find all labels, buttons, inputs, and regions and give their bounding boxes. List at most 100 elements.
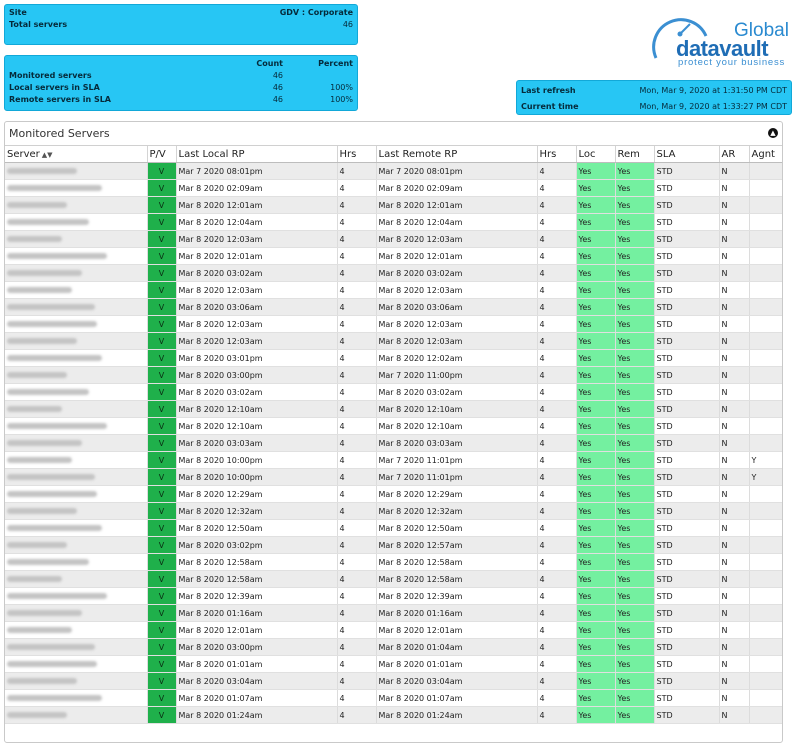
table-row[interactable]: V Mar 8 2020 12:01am 4 Mar 8 2020 12:01am 4 Y…	[5, 247, 782, 265]
remote-hrs-cell: 4	[537, 672, 577, 690]
table-row[interactable]: V Mar 8 2020 12:01am 4 Mar 8 2020 12:01am 4 Y…	[5, 196, 782, 214]
table-row[interactable]: V Mar 8 2020 12:50am 4 Mar 8 2020 12:50am 4 Y…	[5, 519, 782, 537]
server-name-cell	[5, 706, 148, 724]
last-local-rp-cell: Mar 8 2020 10:00pm	[176, 451, 338, 469]
sla-cell: STD	[654, 706, 720, 724]
redacted-server-name	[7, 644, 95, 650]
last-remote-rp-cell: Mar 8 2020 12:03am	[376, 281, 538, 299]
redacted-server-name	[7, 321, 97, 327]
remote-hrs-cell: 4	[537, 468, 577, 486]
table-row[interactable]: V Mar 8 2020 03:02am 4 Mar 8 2020 03:02am 4 Y…	[5, 383, 782, 401]
last-refresh-label: Last refresh	[521, 86, 576, 95]
loc-cell: Yes	[576, 366, 616, 384]
last-remote-rp-cell: Mar 8 2020 12:03am	[376, 315, 538, 333]
redacted-server-name	[7, 236, 62, 242]
col-local-hrs[interactable]: Hrs	[337, 146, 377, 163]
table-row[interactable]: V Mar 8 2020 12:03am 4 Mar 8 2020 12:03am 4 Y…	[5, 332, 782, 350]
rem-cell: Yes	[615, 553, 655, 571]
loc-cell: Yes	[576, 553, 616, 571]
server-name-cell	[5, 655, 148, 673]
col-rem[interactable]: Rem	[615, 146, 655, 163]
remote-hrs-cell: 4	[537, 400, 577, 418]
remote-hrs-cell: 4	[537, 485, 577, 503]
table-row[interactable]: V Mar 8 2020 01:16am 4 Mar 8 2020 01:16am 4 Y…	[5, 604, 782, 622]
table-row[interactable]: V Mar 8 2020 12:10am 4 Mar 8 2020 12:10am 4 Y…	[5, 417, 782, 435]
agnt-cell	[749, 162, 782, 180]
ar-cell: N	[719, 485, 750, 503]
col-ar[interactable]: AR	[719, 146, 750, 163]
col-pv[interactable]: P/V	[147, 146, 177, 163]
col-agnt[interactable]: Agnt	[749, 146, 782, 163]
sla-cell: STD	[654, 689, 720, 707]
col-remote-hrs[interactable]: Hrs	[537, 146, 577, 163]
table-row[interactable]: V Mar 8 2020 12:03am 4 Mar 8 2020 12:03am 4 Y…	[5, 281, 782, 299]
table-row[interactable]: V Mar 8 2020 12:29am 4 Mar 8 2020 12:29am 4 Y…	[5, 485, 782, 503]
table-row[interactable]: V Mar 8 2020 01:01am 4 Mar 8 2020 01:01am 4 Y…	[5, 655, 782, 673]
table-row[interactable]: V Mar 8 2020 01:24am 4 Mar 8 2020 01:24am 4 Y…	[5, 706, 782, 724]
table-row[interactable]: V Mar 8 2020 03:02am 4 Mar 8 2020 03:02am 4 Y…	[5, 264, 782, 282]
col-server[interactable]: Server ▲▼	[5, 146, 148, 163]
table-row[interactable]: V Mar 8 2020 03:04am 4 Mar 8 2020 03:04am 4 Y…	[5, 672, 782, 690]
table-row[interactable]: V Mar 8 2020 03:06am 4 Mar 8 2020 03:06am 4 Y…	[5, 298, 782, 316]
table-row[interactable]: V Mar 8 2020 12:01am 4 Mar 8 2020 12:01am 4 Y…	[5, 621, 782, 639]
rem-cell: Yes	[615, 162, 655, 180]
table-row[interactable]: V Mar 8 2020 03:01pm 4 Mar 8 2020 12:02am 4 Y…	[5, 349, 782, 367]
pv-cell: V	[147, 485, 177, 503]
table-row[interactable]: V Mar 8 2020 03:03am 4 Mar 8 2020 03:03am 4 Y…	[5, 434, 782, 452]
current-time-value: Mon, Mar 9, 2020 at 1:33:27 PM CDT	[639, 102, 787, 111]
table-row[interactable]: V Mar 8 2020 12:58am 4 Mar 8 2020 12:58am 4 Y…	[5, 570, 782, 588]
col-last-remote-rp[interactable]: Last Remote RP	[376, 146, 538, 163]
ar-cell: N	[719, 655, 750, 673]
table-row[interactable]: V Mar 8 2020 12:39am 4 Mar 8 2020 12:39am 4 Y…	[5, 587, 782, 605]
sla-cell: STD	[654, 315, 720, 333]
table-row[interactable]: V Mar 8 2020 10:00pm 4 Mar 7 2020 11:01pm 4 Y…	[5, 451, 782, 469]
collapse-icon[interactable]: ▲	[768, 128, 778, 138]
server-name-cell	[5, 672, 148, 690]
agnt-cell	[749, 485, 782, 503]
redacted-server-name	[7, 202, 67, 208]
local-hrs-cell: 4	[337, 570, 377, 588]
remote-hrs-cell: 4	[537, 213, 577, 231]
agnt-cell	[749, 230, 782, 248]
agnt-cell	[749, 349, 782, 367]
ar-cell: N	[719, 196, 750, 214]
server-name-cell	[5, 570, 148, 588]
agnt-cell	[749, 519, 782, 537]
pv-cell: V	[147, 417, 177, 435]
table-row[interactable]: V Mar 8 2020 12:04am 4 Mar 8 2020 12:04am 4 Y…	[5, 213, 782, 231]
table-row[interactable]: V Mar 8 2020 10:00pm 4 Mar 7 2020 11:01pm 4 Y…	[5, 468, 782, 486]
table-row[interactable]: V Mar 7 2020 08:01pm 4 Mar 7 2020 08:01pm 4 Y…	[5, 162, 782, 180]
col-last-local-rp[interactable]: Last Local RP	[176, 146, 338, 163]
rem-cell: Yes	[615, 519, 655, 537]
pv-cell: V	[147, 247, 177, 265]
loc-cell: Yes	[576, 247, 616, 265]
count-header-blank	[9, 58, 223, 70]
redacted-server-name	[7, 525, 102, 531]
redacted-server-name	[7, 406, 62, 412]
table-row[interactable]: V Mar 8 2020 03:00pm 4 Mar 7 2020 11:00pm 4 Y…	[5, 366, 782, 384]
table-row[interactable]: V Mar 8 2020 12:03am 4 Mar 8 2020 12:03am 4 Y…	[5, 230, 782, 248]
sla-cell: STD	[654, 247, 720, 265]
col-loc[interactable]: Loc	[576, 146, 616, 163]
remote-hrs-cell: 4	[537, 264, 577, 282]
table-row[interactable]: V Mar 8 2020 01:07am 4 Mar 8 2020 01:07am 4 Y…	[5, 689, 782, 707]
last-remote-rp-cell: Mar 8 2020 12:01am	[376, 247, 538, 265]
agnt-cell	[749, 570, 782, 588]
col-sla[interactable]: SLA	[654, 146, 720, 163]
last-remote-rp-cell: Mar 8 2020 03:02am	[376, 383, 538, 401]
pv-cell: V	[147, 536, 177, 554]
table-row[interactable]: V Mar 8 2020 03:00pm 4 Mar 8 2020 01:04am 4 Y…	[5, 638, 782, 656]
local-hrs-cell: 4	[337, 706, 377, 724]
remote-hrs-cell: 4	[537, 706, 577, 724]
rem-cell: Yes	[615, 400, 655, 418]
table-row[interactable]: V Mar 8 2020 02:09am 4 Mar 8 2020 02:09am 4 Y…	[5, 179, 782, 197]
loc-cell: Yes	[576, 281, 616, 299]
table-row[interactable]: V Mar 8 2020 12:03am 4 Mar 8 2020 12:03am 4 Y…	[5, 315, 782, 333]
table-row[interactable]: V Mar 8 2020 12:58am 4 Mar 8 2020 12:58am 4 Y…	[5, 553, 782, 571]
table-row[interactable]: V Mar 8 2020 12:32am 4 Mar 8 2020 12:32am 4 Y…	[5, 502, 782, 520]
last-remote-rp-cell: Mar 8 2020 12:10am	[376, 400, 538, 418]
table-row[interactable]: V Mar 8 2020 03:02pm 4 Mar 8 2020 12:57am 4 Y…	[5, 536, 782, 554]
table-row[interactable]: V Mar 8 2020 12:10am 4 Mar 8 2020 12:10am 4 Y…	[5, 400, 782, 418]
sort-arrow-icon[interactable]: ▲▼	[42, 151, 53, 159]
last-local-rp-cell: Mar 8 2020 03:00pm	[176, 366, 338, 384]
